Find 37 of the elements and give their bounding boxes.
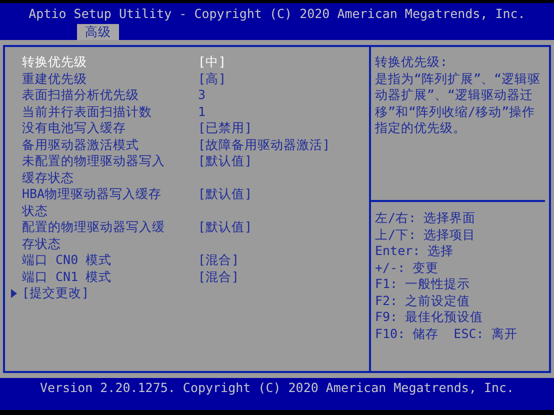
setting-label[interactable]: 备用驱动器激活模式 xyxy=(22,136,169,153)
setting-label[interactable]: 未配置的物理驱动器写入缓存状态 xyxy=(22,153,169,186)
setting-value[interactable]: [故障备用驱动器激活] xyxy=(198,136,330,153)
setting-label[interactable]: 转换优先级 xyxy=(22,54,169,70)
key-hint: 上/下: 选择项目 xyxy=(375,226,477,243)
setting-label[interactable]: 当前并行表面扫描计数 xyxy=(22,104,169,120)
setting-label[interactable]: 表面扫描分析优先级 xyxy=(22,87,169,104)
setting-value[interactable]: [高] xyxy=(198,70,226,87)
key-hint: Enter: 选择 xyxy=(375,243,455,260)
key-hint: F9: 最佳化预设值 xyxy=(375,309,484,326)
help-text: 是指为“阵列扩展”、“逻辑驱动器扩展”、“逻辑驱动器迁移”和“阵列收缩/移动”操作指定的优先级。 xyxy=(375,70,542,136)
setting-value[interactable]: [中] xyxy=(198,54,226,70)
setting-value[interactable]: [默认值] xyxy=(198,153,252,170)
key-hint: +/-: 变更 xyxy=(375,260,440,276)
key-hint: 左/右: 选择界面 xyxy=(375,210,477,226)
help-title: 转换优先级: xyxy=(375,54,449,70)
submenu-arrow-icon xyxy=(10,289,16,298)
setting-label[interactable]: 端口 CN1 模式 xyxy=(22,268,169,285)
setting-value[interactable]: [混合] xyxy=(198,268,240,285)
setting-label[interactable]: HBA物理驱动器写入缓存状态 xyxy=(22,186,169,219)
key-hint: F10: 储存 ESC: 离开 xyxy=(375,326,518,342)
setting-label[interactable]: 重建优先级 xyxy=(22,70,169,87)
setting-label[interactable]: 没有电池写入缓存 xyxy=(22,120,169,136)
setting-value[interactable]: [默认值] xyxy=(198,219,252,236)
setting-value[interactable]: [混合] xyxy=(198,252,240,268)
setting-label[interactable]: [提交更改] xyxy=(22,285,169,302)
key-hint: F2: 之前设定值 xyxy=(375,292,472,309)
tab[interactable]: 高级 xyxy=(77,24,119,40)
setting-value[interactable]: 3 xyxy=(198,87,206,104)
setting-label[interactable]: 配置的物理驱动器写入缓存状态 xyxy=(22,219,169,252)
window-title: Aptio Setup Utility - Copyright (C) 2020 American Megatrends, Inc. xyxy=(28,6,526,22)
setting-value[interactable]: [已禁用] xyxy=(198,120,252,136)
status-bar-text: Version 2.20.1275. Copyright (C) 2020 American Megatrends, Inc. xyxy=(40,380,514,395)
setting-value[interactable]: 1 xyxy=(198,104,206,120)
setting-value[interactable]: [默认值] xyxy=(198,186,252,202)
key-hint: F1: 一般性提示 xyxy=(375,276,472,292)
setting-label[interactable]: 端口 CN0 模式 xyxy=(22,252,169,268)
